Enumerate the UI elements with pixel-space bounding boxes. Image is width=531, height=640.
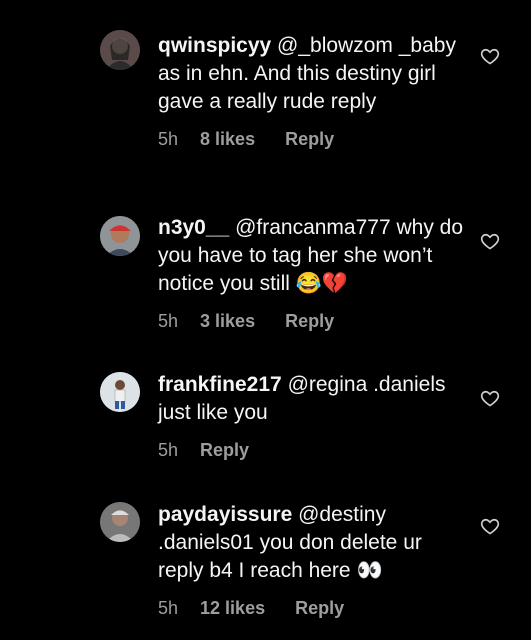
heart-icon[interactable]	[480, 516, 500, 536]
timestamp: 5h	[158, 311, 179, 331]
comment-text: n3y0__ @francanma777 why do you have to …	[158, 216, 464, 295]
reply-button[interactable]: Reply	[285, 125, 334, 153]
likes-count[interactable]: 3 likes	[200, 307, 255, 335]
reply-button[interactable]: Reply	[200, 436, 249, 464]
username[interactable]: qwinspicyy	[158, 34, 271, 57]
timestamp: 5h	[158, 440, 179, 460]
heart-icon[interactable]	[480, 46, 500, 66]
avatar[interactable]	[100, 372, 140, 412]
reply-button[interactable]: Reply	[285, 307, 334, 335]
comment-text: qwinspicyy @_blowzom _baby as in ehn. An…	[158, 34, 456, 113]
likes-count[interactable]: 12 likes	[200, 594, 265, 622]
username[interactable]: frankfine217	[158, 373, 282, 396]
avatar[interactable]	[100, 30, 140, 70]
timestamp: 5h	[158, 598, 179, 618]
username[interactable]: n3y0__	[158, 216, 229, 239]
username[interactable]: paydayissure	[158, 503, 292, 526]
reply-button[interactable]: Reply	[295, 594, 344, 622]
comment-text: paydayissure @destiny .daniels01 you don…	[158, 503, 422, 582]
avatar[interactable]	[100, 216, 140, 256]
heart-icon[interactable]	[480, 388, 500, 408]
avatar[interactable]	[100, 502, 140, 542]
comment-text: frankfine217 @regina .daniels just like …	[158, 373, 446, 424]
likes-count[interactable]: 8 likes	[200, 125, 255, 153]
timestamp: 5h	[158, 129, 179, 149]
heart-icon[interactable]	[480, 231, 500, 251]
